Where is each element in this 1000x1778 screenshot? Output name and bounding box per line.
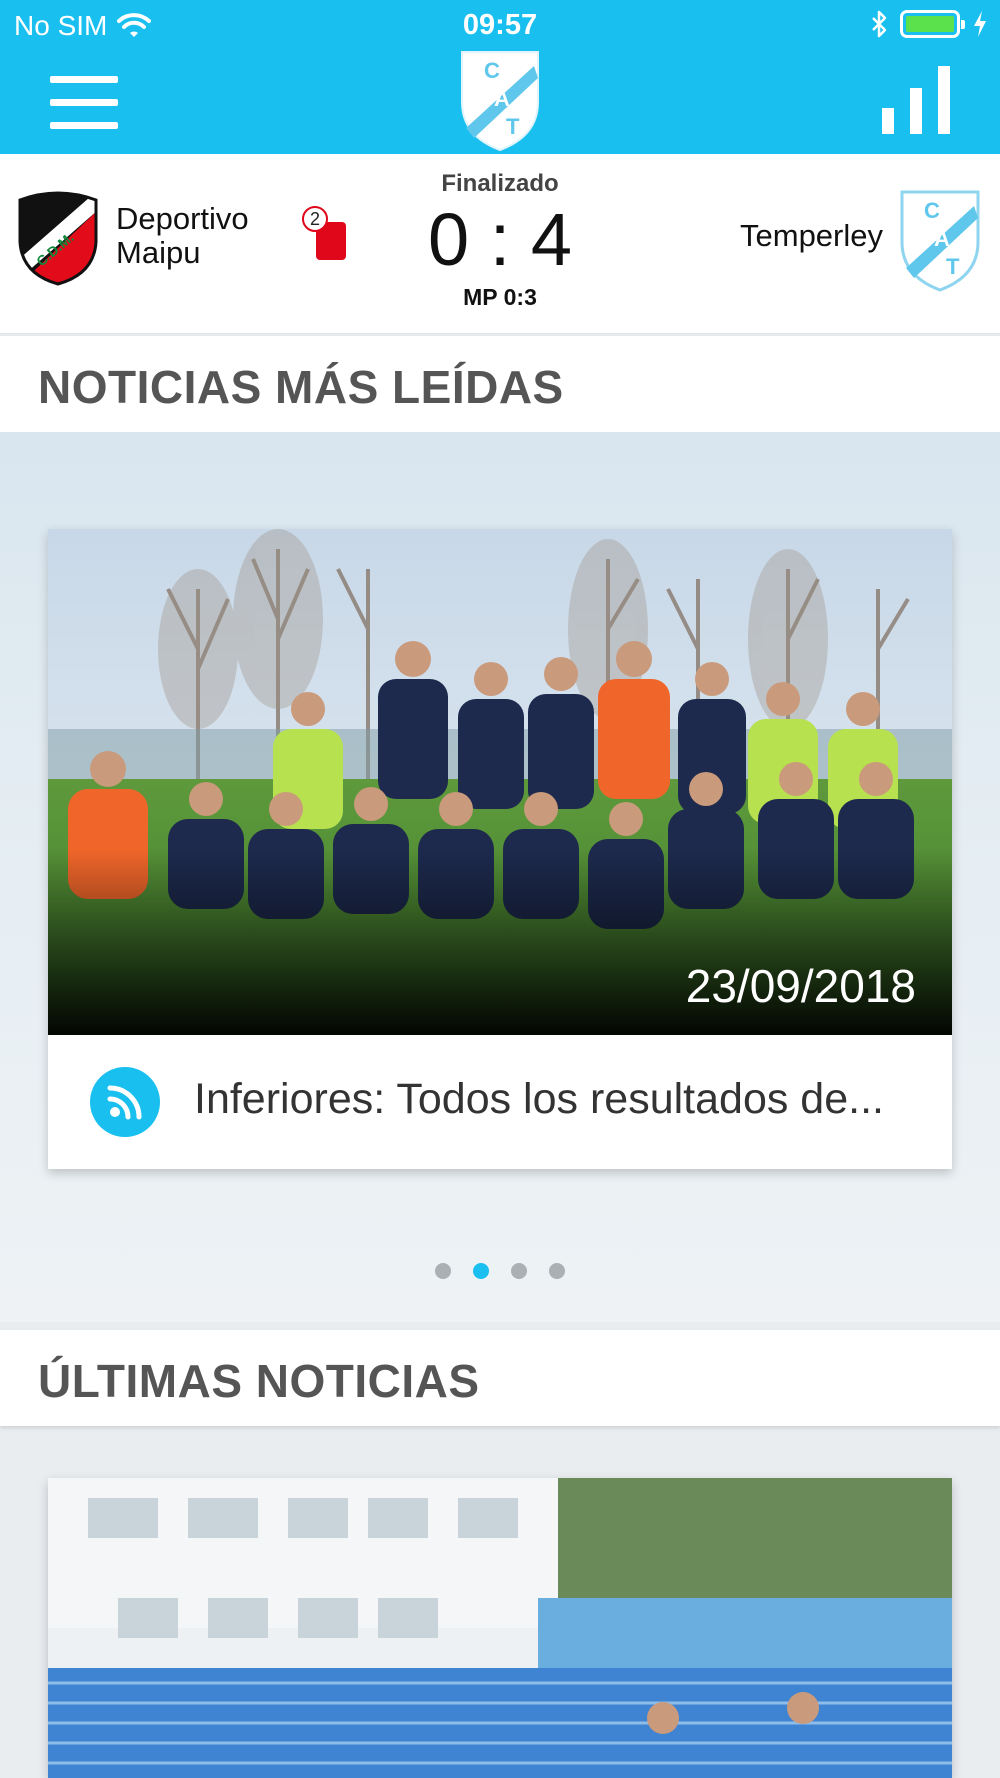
section-title-most-read: NOTICIAS MÁS LEÍDAS bbox=[38, 361, 564, 413]
hamburger-menu-icon[interactable] bbox=[50, 76, 118, 130]
away-crest-letter-a: A bbox=[934, 226, 950, 251]
match-score: 0 : 4 bbox=[428, 198, 572, 281]
away-crest-letter-t: T bbox=[946, 254, 960, 279]
news-title[interactable]: Inferiores: Todos los resultados de... bbox=[194, 1075, 934, 1124]
app-screen: No SIM 09:57 C A T C.D.M. Deportivo Maip… bbox=[0, 0, 1000, 1778]
logo-letter-t: T bbox=[506, 114, 520, 139]
home-team-name-line1: Deportivo bbox=[116, 201, 249, 236]
battery-fill bbox=[906, 16, 954, 32]
pager-dot-active[interactable] bbox=[473, 1263, 489, 1279]
section-title-latest: ÚLTIMAS NOTICIAS bbox=[38, 1355, 480, 1407]
latest-news-card[interactable] bbox=[48, 1478, 952, 1778]
home-team-name-line2: Maipu bbox=[116, 235, 201, 270]
club-logo[interactable]: C A T bbox=[458, 48, 542, 152]
bluetooth-icon bbox=[872, 10, 887, 38]
news-photo[interactable]: 23/09/2018 bbox=[48, 529, 952, 1035]
match-subscore: MP 0:3 bbox=[463, 284, 537, 310]
match-status: Finalizado bbox=[441, 170, 559, 197]
most-read-header: NOTICIAS MÁS LEÍDAS bbox=[0, 336, 1000, 432]
match-score-bar[interactable]: C.D.M. Deportivo Maipu 2 Finalizado 0 : … bbox=[0, 154, 1000, 334]
logo-letter-c: C bbox=[484, 58, 500, 83]
featured-news-card[interactable]: 23/09/2018 Inferiores: Todos los resulta… bbox=[48, 529, 952, 1169]
latest-news-header: ÚLTIMAS NOTICIAS bbox=[0, 1330, 1000, 1426]
away-team-name: Temperley bbox=[740, 218, 883, 253]
away-crest-letter-c: C bbox=[924, 198, 940, 223]
home-team-crest: C.D.M. bbox=[18, 191, 98, 286]
charging-icon bbox=[974, 11, 986, 37]
rss-icon bbox=[90, 1067, 160, 1137]
pager-dot[interactable] bbox=[549, 1263, 565, 1279]
status-right bbox=[870, 10, 988, 38]
away-team-crest: C A T bbox=[900, 190, 980, 292]
carousel-pager[interactable] bbox=[0, 1263, 1000, 1279]
pager-dot[interactable] bbox=[435, 1263, 451, 1279]
status-time: 09:57 bbox=[462, 9, 538, 41]
bar-chart-icon[interactable] bbox=[880, 66, 952, 136]
news-date: 23/09/2018 bbox=[685, 960, 916, 1012]
red-card-count: 2 bbox=[302, 206, 328, 232]
app-header: No SIM 09:57 C A T bbox=[0, 0, 1000, 154]
home-team-name: Deportivo Maipu bbox=[116, 202, 249, 270]
red-card-icon: 2 bbox=[302, 206, 348, 262]
stadium-photo-image bbox=[48, 1478, 952, 1778]
logo-letter-a: A bbox=[494, 86, 510, 111]
news-card-footer[interactable]: Inferiores: Todos los resultados de... bbox=[48, 1035, 952, 1169]
pager-dot[interactable] bbox=[511, 1263, 527, 1279]
battery-indicator bbox=[900, 10, 965, 38]
